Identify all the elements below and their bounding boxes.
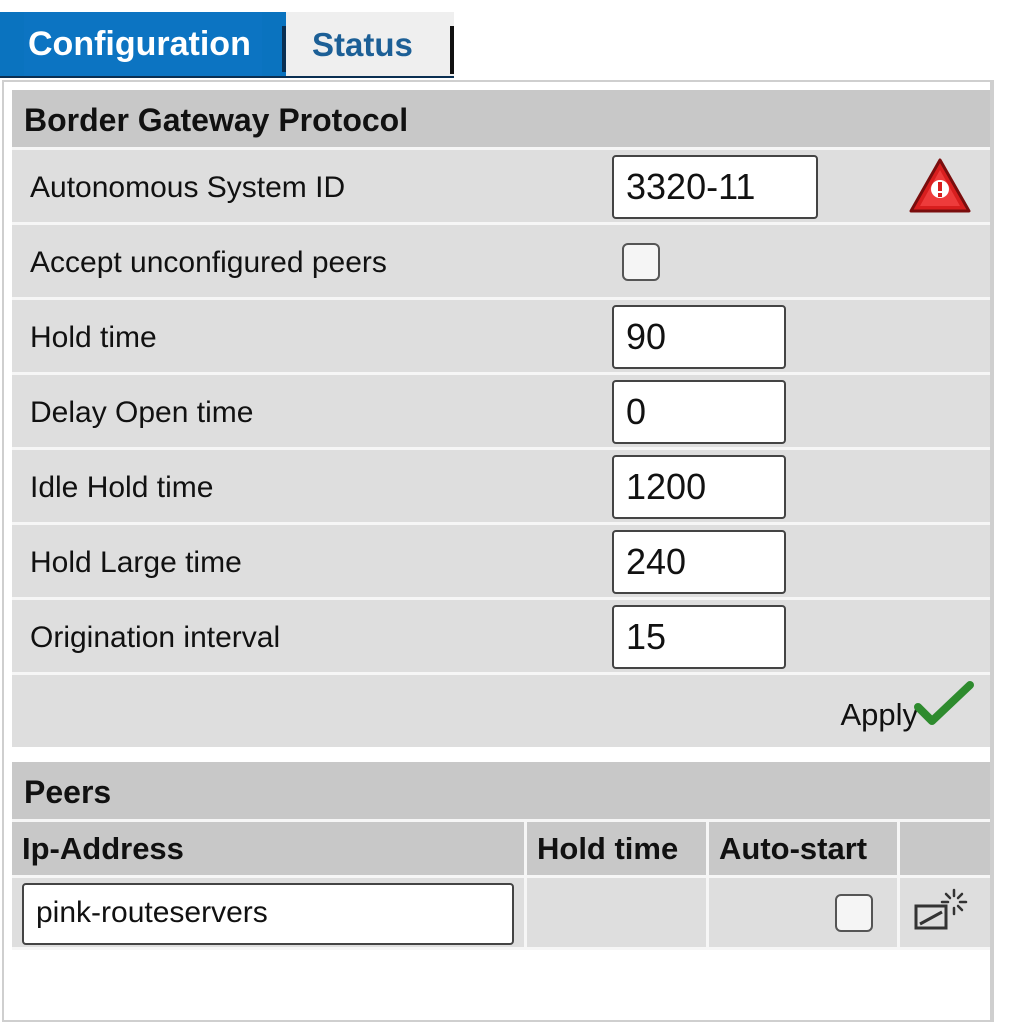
hold-large-time-label: Hold Large time: [30, 546, 242, 579]
row-origination-interval: Origination interval 15: [12, 600, 990, 675]
configuration-panel: Border Gateway Protocol Autonomous Syste…: [2, 80, 994, 1022]
tab-bar: Configuration Status: [0, 12, 454, 80]
row-hold-time: Hold time 90: [12, 300, 990, 375]
tab-configuration[interactable]: Configuration: [0, 12, 286, 78]
auto-start-checkbox[interactable]: [835, 894, 873, 932]
checkmark-icon[interactable]: [914, 681, 974, 727]
row-hold-large-time: Hold Large time 240: [12, 525, 990, 600]
row-accept-unconfigured-peers: Accept unconfigured peers: [12, 225, 990, 300]
row-autonomous-system-id: Autonomous System ID 3320-11: [12, 150, 990, 225]
autonomous-system-id-label: Autonomous System ID: [30, 171, 346, 204]
edit-peer-icon[interactable]: [912, 888, 972, 938]
origination-interval-input[interactable]: 15: [612, 605, 786, 669]
tab-configuration-label: Configuration: [24, 12, 262, 76]
hold-large-time-input[interactable]: 240: [612, 530, 786, 594]
ip-address-input[interactable]: pink-routeservers: [22, 883, 514, 945]
bgp-section-title: Border Gateway Protocol: [12, 90, 990, 150]
hold-time-input[interactable]: 90: [612, 305, 786, 369]
column-auto-start: Auto-start: [709, 822, 900, 875]
peers-section-title: Peers: [12, 762, 990, 822]
column-hold-time: Hold time: [527, 822, 709, 875]
idle-hold-time-label: Idle Hold time: [30, 471, 214, 504]
delay-open-time-label: Delay Open time: [30, 396, 254, 429]
peers-section: Peers Ip-Address Hold time Auto-start pi…: [12, 762, 990, 950]
table-row: pink-routeservers: [12, 878, 990, 950]
idle-hold-time-input[interactable]: 1200: [612, 455, 786, 519]
row-delay-open-time: Delay Open time 0: [12, 375, 990, 450]
column-ip-address: Ip-Address: [12, 822, 527, 875]
tab-status-label: Status: [312, 26, 413, 63]
tab-status[interactable]: Status: [286, 12, 454, 78]
apply-button[interactable]: Apply: [840, 697, 918, 733]
origination-interval-label: Origination interval: [30, 621, 281, 654]
row-idle-hold-time: Idle Hold time 1200: [12, 450, 990, 525]
autonomous-system-id-input[interactable]: 3320-11: [612, 155, 818, 219]
auto-start-cell: [709, 878, 900, 947]
hold-time-label: Hold time: [30, 321, 157, 354]
warning-triangle-icon: [909, 158, 971, 213]
peers-table-header: Ip-Address Hold time Auto-start: [12, 822, 990, 878]
hold-time-cell: [527, 878, 709, 947]
delay-open-time-input[interactable]: 0: [612, 380, 786, 444]
ip-address-cell: pink-routeservers: [12, 878, 527, 947]
column-actions: [900, 822, 990, 875]
bgp-section: Border Gateway Protocol Autonomous Syste…: [12, 90, 990, 747]
apply-row: Apply: [12, 675, 990, 747]
actions-cell: [900, 878, 990, 947]
accept-unconfigured-peers-checkbox[interactable]: [622, 243, 660, 281]
accept-unconfigured-peers-label: Accept unconfigured peers: [30, 246, 387, 279]
